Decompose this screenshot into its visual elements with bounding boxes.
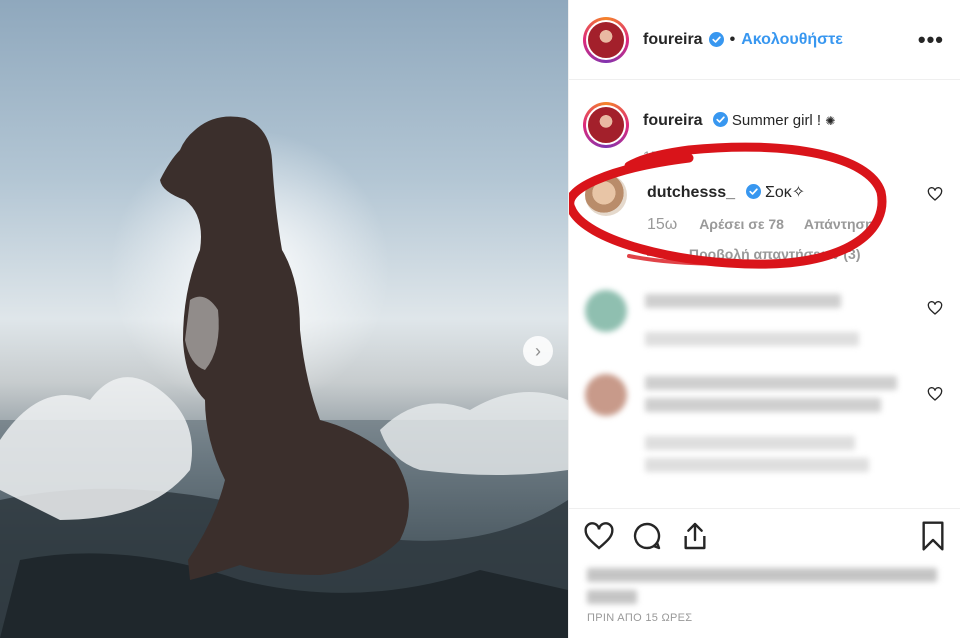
- follow-button[interactable]: Ακολουθήστε: [741, 31, 843, 49]
- comment-time[interactable]: 15ω: [647, 216, 677, 233]
- chevron-right-icon: ›: [535, 340, 541, 361]
- bookmark-icon[interactable]: [919, 520, 947, 552]
- comment-likes[interactable]: Αρέσει σε 78: [699, 216, 784, 232]
- post-header: foureira • Ακολουθήστε •••: [569, 0, 960, 80]
- comment-avatar[interactable]: [585, 174, 627, 216]
- post-photo[interactable]: ›: [0, 0, 568, 638]
- caption-avatar[interactable]: [583, 102, 629, 148]
- likes-summary-blurred: [587, 566, 947, 606]
- post-side-panel: foureira • Ακολουθήστε ••• foureira Summ…: [568, 0, 960, 638]
- verified-icon: [712, 112, 728, 127]
- heart-icon[interactable]: [927, 186, 943, 202]
- beach-photo-illustration: [0, 116, 568, 638]
- post-actions-bar: [569, 508, 960, 562]
- comment-icon[interactable]: [631, 520, 663, 552]
- more-icon[interactable]: •••: [918, 27, 944, 53]
- comment-avatar[interactable]: [585, 290, 627, 332]
- header-username[interactable]: foureira: [643, 31, 703, 49]
- share-icon[interactable]: [679, 520, 711, 552]
- caption: foureira Summer girl ! ✺: [583, 102, 835, 148]
- verified-icon: [745, 184, 761, 199]
- post-timestamp[interactable]: ΠΡΙΝ ΑΠΟ 15 ΩΡΕΣ: [587, 612, 692, 624]
- heart-icon[interactable]: [927, 386, 943, 402]
- separator-dot: •: [729, 30, 736, 48]
- verified-icon: [708, 32, 724, 47]
- heart-icon[interactable]: [583, 520, 615, 552]
- avatar[interactable]: [583, 16, 629, 63]
- caption-username[interactable]: foureira: [643, 112, 703, 129]
- comment-username[interactable]: dutchesss_: [647, 184, 735, 201]
- heart-icon[interactable]: [927, 300, 943, 316]
- view-replies-button[interactable]: Προβολή απαντήσεων (3): [689, 246, 861, 262]
- comment-text: Σοκ✧: [764, 184, 806, 201]
- next-photo-button[interactable]: ›: [523, 336, 553, 366]
- comment-avatar[interactable]: [585, 374, 627, 416]
- comment-reply-button[interactable]: Απάντηση: [804, 216, 874, 232]
- sun-emoji-icon: ✺: [825, 114, 836, 128]
- comments-list[interactable]: foureira Summer girl ! ✺ 15ω dutchesss_ …: [569, 80, 960, 508]
- caption-text: Summer girl !: [731, 112, 822, 129]
- caption-time[interactable]: 15ω: [643, 148, 670, 164]
